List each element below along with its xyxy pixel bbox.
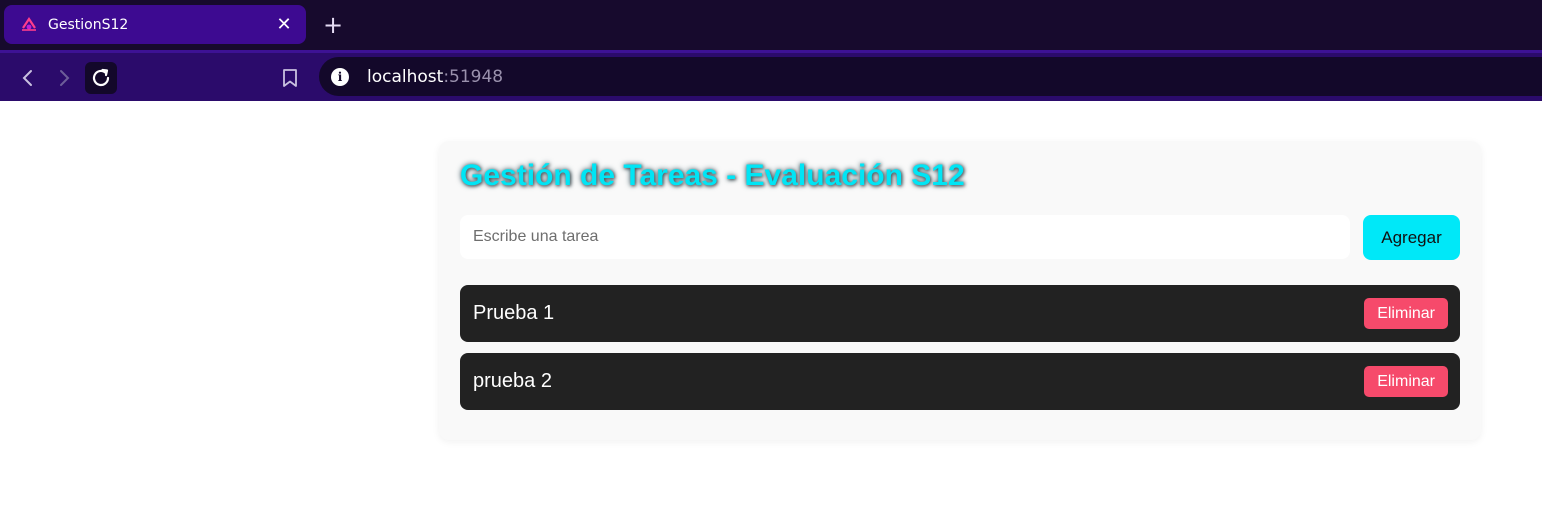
task-list: Prueba 1 Eliminar prueba 2 Eliminar	[460, 285, 1460, 421]
task-item: Prueba 1 Eliminar	[460, 285, 1460, 342]
page-content: Gestión de Tareas - Evaluación S12 Agreg…	[0, 101, 1542, 510]
page-title: Gestión de Tareas - Evaluación S12	[460, 159, 965, 192]
task-manager-card: Gestión de Tareas - Evaluación S12 Agreg…	[439, 141, 1481, 440]
task-item: prueba 2 Eliminar	[460, 353, 1460, 410]
chevron-left-icon	[22, 70, 32, 86]
address-bar[interactable]: i localhost :51948	[319, 57, 1542, 96]
tab-title: GestionS12	[48, 16, 129, 33]
browser-toolbar: i localhost :51948	[0, 50, 1542, 101]
url-host: localhost	[367, 66, 444, 87]
task-text: prueba 2	[473, 370, 552, 392]
url-port: :51948	[443, 66, 504, 87]
chevron-right-icon	[60, 70, 70, 86]
forward-button[interactable]	[48, 62, 80, 94]
reload-icon	[92, 68, 110, 87]
new-tab-button[interactable]: +	[320, 12, 346, 38]
bookmark-icon	[283, 69, 297, 87]
site-info-icon[interactable]: i	[331, 67, 349, 86]
tab-close-icon[interactable]: ✕	[274, 14, 294, 35]
back-button[interactable]	[12, 62, 44, 94]
app-favicon-icon	[20, 16, 38, 34]
reload-button[interactable]	[85, 62, 117, 94]
browser-tab-strip: GestionS12 ✕ +	[0, 0, 1542, 50]
delete-task-button[interactable]: Eliminar	[1364, 298, 1448, 329]
bookmark-button[interactable]	[274, 62, 306, 94]
task-text: Prueba 1	[473, 302, 555, 324]
browser-tab-active[interactable]: GestionS12 ✕	[4, 5, 306, 44]
delete-task-button[interactable]: Eliminar	[1364, 366, 1448, 397]
add-task-button[interactable]: Agregar	[1363, 215, 1460, 260]
task-input[interactable]	[460, 215, 1350, 259]
